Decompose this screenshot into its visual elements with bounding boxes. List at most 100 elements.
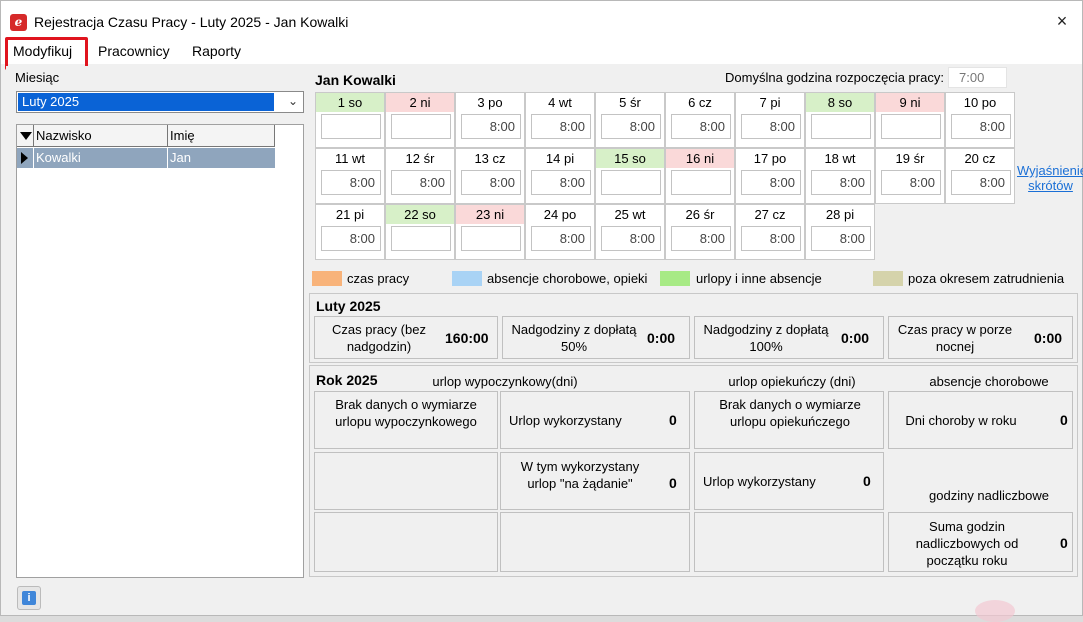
start-time-input[interactable]: 7:00	[948, 67, 1007, 88]
day-hours-input[interactable]: 8:00	[881, 170, 941, 195]
day-label: 1 so	[316, 93, 384, 112]
day-hours-input[interactable]: 8:00	[321, 226, 381, 251]
day-hours-input[interactable]	[671, 170, 731, 195]
vacation-used-value: 0	[669, 412, 677, 428]
day-hours-input[interactable]: 8:00	[741, 114, 801, 139]
day-label: 21 pi	[335, 207, 365, 222]
day-hours-input[interactable]: 8:00	[531, 170, 591, 195]
calendar-day[interactable]: 12 śr 8:00	[385, 148, 455, 204]
calendar-day[interactable]: 14 pi 8:00	[525, 148, 595, 204]
month-label: Miesiąc	[15, 70, 60, 85]
calendar-day[interactable]: 25 wt 8:00	[595, 204, 665, 260]
day-hours-input[interactable]: 8:00	[811, 170, 871, 195]
day-hours-input[interactable]: 8:00	[391, 170, 451, 195]
day-hours-input[interactable]: 8:00	[811, 226, 871, 251]
info-button[interactable]: i	[17, 586, 41, 610]
calendar-day[interactable]: 5 śr 8:00	[595, 92, 665, 148]
calendar-day[interactable]: 22 so	[385, 204, 455, 260]
day-hours-input[interactable]	[811, 114, 871, 139]
calendar-day[interactable]: 18 wt 8:00	[805, 148, 875, 204]
legend-work: czas pracy	[347, 271, 410, 286]
day-hours-input[interactable]: 8:00	[951, 170, 1011, 195]
start-time-label: Domyślna godzina rozpoczęcia pracy:	[725, 70, 944, 85]
care-used-label: Urlop wykorzystany	[703, 474, 816, 489]
calendar-day[interactable]: 17 po 8:00	[735, 148, 805, 204]
calendar-day[interactable]: 3 po 8:00	[455, 92, 525, 148]
empty-cell	[694, 512, 884, 572]
chevron-down-icon[interactable]: ⌄	[288, 94, 298, 108]
calendar-day[interactable]: 9 ni	[875, 92, 945, 148]
explain-link-line2[interactable]: skrótów	[1017, 178, 1083, 193]
day-hours-input[interactable]	[391, 114, 451, 139]
day-hours-input[interactable]	[321, 114, 381, 139]
calendar-day[interactable]: 28 pi 8:00	[805, 204, 875, 260]
month-select[interactable]: Luty 2025 ⌄	[16, 91, 304, 113]
calendar-day[interactable]: 16 ni	[665, 148, 735, 204]
summary-overtime-100-value: 0:00	[841, 330, 870, 346]
explain-link[interactable]: Wyjaśnienie skrótów	[1017, 163, 1083, 193]
day-hours-input[interactable]: 8:00	[601, 114, 661, 139]
day-hours-input[interactable]: 8:00	[951, 114, 1011, 139]
sort-arrow-icon[interactable]	[20, 132, 32, 140]
day-hours-input[interactable]: 8:00	[461, 114, 521, 139]
overtime-sum-label: Suma godzin nadliczbowych od początku ro…	[915, 519, 1019, 568]
day-hours-input[interactable]: 8:00	[741, 170, 801, 195]
day-hours-input[interactable]: 8:00	[601, 226, 661, 251]
calendar-day[interactable]: 8 so	[805, 92, 875, 148]
day-label: 14 pi	[545, 151, 575, 166]
vacation-header: urlop wypoczynkowy(dni)	[432, 374, 578, 389]
calendar-day[interactable]: 6 cz 8:00	[665, 92, 735, 148]
calendar-day[interactable]: 4 wt 8:00	[525, 92, 595, 148]
summary-night-work-value: 0:00	[1034, 330, 1063, 346]
year-summary-title: Rok 2025	[316, 372, 378, 388]
menu-pracownicy[interactable]: Pracownicy	[98, 43, 170, 59]
calendar-day[interactable]: 23 ni	[455, 204, 525, 260]
table-row[interactable]: Kowalki Jan	[17, 148, 275, 168]
day-hours-input[interactable]	[391, 226, 451, 251]
explain-link-line1[interactable]: Wyjaśnienie	[1017, 163, 1083, 178]
calendar-day[interactable]: 21 pi 8:00	[315, 204, 385, 260]
day-hours-input[interactable]	[601, 170, 661, 195]
employee-name: Jan Kowalki	[315, 72, 396, 88]
cell-name[interactable]: Jan	[167, 148, 275, 168]
column-header-name[interactable]: Imię	[167, 125, 275, 147]
day-label: 4 wt	[548, 95, 572, 110]
overtime-header: godziny nadliczbowe	[929, 488, 1049, 503]
calendar-day[interactable]: 19 śr 8:00	[875, 148, 945, 204]
calendar-day[interactable]: 1 so	[315, 92, 385, 148]
calendar-day[interactable]: 27 cz 8:00	[735, 204, 805, 260]
day-label: 17 po	[753, 151, 787, 166]
menu-modyfikuj[interactable]: Modyfikuj	[13, 43, 72, 59]
column-header-surname[interactable]: Nazwisko	[33, 125, 167, 147]
day-label: 25 wt	[614, 207, 646, 222]
day-label: 15 so	[596, 149, 664, 168]
vacation-no-data-box: Brak danych o wymiarze urlopu wypoczynko…	[314, 391, 498, 449]
calendar-day[interactable]: 20 cz 8:00	[945, 148, 1015, 204]
cell-surname[interactable]: Kowalki	[33, 148, 167, 168]
day-hours-input[interactable]: 8:00	[321, 170, 381, 195]
day-hours-input[interactable]	[461, 226, 521, 251]
day-hours-input[interactable]: 8:00	[671, 114, 731, 139]
calendar-day[interactable]: 24 po 8:00	[525, 204, 595, 260]
calendar-day[interactable]: 26 śr 8:00	[665, 204, 735, 260]
day-hours-input[interactable]: 8:00	[531, 226, 591, 251]
vacation-used-box: Urlop wykorzystany 0	[500, 391, 690, 449]
day-hours-input[interactable]: 8:00	[671, 226, 731, 251]
day-hours-input[interactable]: 8:00	[531, 114, 591, 139]
calendar-day[interactable]: 10 po 8:00	[945, 92, 1015, 148]
calendar-day[interactable]: 7 pi 8:00	[735, 92, 805, 148]
empty-cell	[314, 512, 498, 572]
close-icon[interactable]: ×	[1052, 11, 1072, 31]
day-label: 26 śr	[685, 207, 715, 222]
calendar-day[interactable]: 11 wt 8:00	[315, 148, 385, 204]
day-hours-input[interactable]: 8:00	[461, 170, 521, 195]
day-hours-input[interactable]: 8:00	[741, 226, 801, 251]
calendar-day[interactable]: 15 so	[595, 148, 665, 204]
menu-raporty[interactable]: Raporty	[192, 43, 241, 59]
app-logo-icon: e	[10, 14, 27, 31]
calendar-day[interactable]: 13 cz 8:00	[455, 148, 525, 204]
empty-cell	[500, 512, 690, 572]
calendar-day[interactable]: 2 ni	[385, 92, 455, 148]
sick-header: absencje chorobowe	[929, 374, 1049, 389]
day-hours-input[interactable]	[881, 114, 941, 139]
